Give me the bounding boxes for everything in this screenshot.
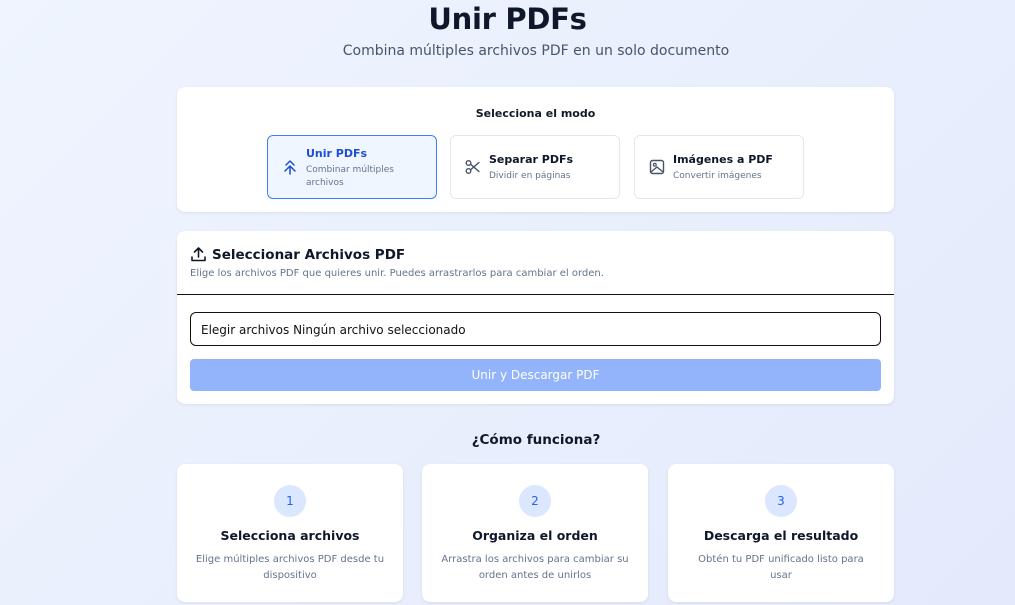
- divider: [177, 294, 894, 295]
- mode-option-desc: Combinar múltiples archivos: [306, 165, 394, 188]
- image-icon: [649, 159, 665, 175]
- scissors-icon: [465, 160, 480, 174]
- how-it-works-title: ¿Cómo funciona?: [471, 432, 601, 448]
- step-number-badge: 1: [274, 485, 306, 517]
- step-description: Obtén tu PDF unificado listo para usar: [698, 554, 864, 581]
- step-card: 2 Organiza el orden Arrastra los archivo…: [422, 464, 648, 602]
- step-number-badge: 2: [519, 485, 551, 517]
- step-title: Organiza el orden: [472, 528, 598, 543]
- page-title: Unir PDFs: [428, 2, 587, 36]
- file-input[interactable]: Elegir archivos Ningún archivo seleccion…: [190, 312, 881, 346]
- step-description: Arrastra los archivos para cambiar su or…: [441, 554, 629, 581]
- mode-option-split[interactable]: Separar PDFs Dividir en páginas: [450, 135, 620, 199]
- mode-option-desc: Convertir imágenes: [673, 171, 762, 181]
- mode-option-desc: Dividir en páginas: [489, 171, 571, 181]
- upload-icon: [191, 247, 206, 262]
- step-title: Selecciona archivos: [220, 528, 360, 543]
- step-card: 3 Descarga el resultado Obtén tu PDF uni…: [668, 464, 894, 602]
- mode-option-label: Unir PDFs: [306, 147, 368, 160]
- step-number-badge: 3: [765, 485, 797, 517]
- step-title: Descarga el resultado: [703, 528, 859, 543]
- upload-title: Seleccionar Archivos PDF: [212, 247, 406, 263]
- step-card: 1 Selecciona archivos Elige múltiples ar…: [177, 464, 403, 602]
- mode-option-label: Separar PDFs: [489, 153, 574, 166]
- mode-selector-card: Selecciona el modo Unir PDFs Combinar mú…: [177, 87, 894, 212]
- upload-card: Seleccionar Archivos PDF Elige los archi…: [177, 231, 894, 404]
- upload-description: Elige los archivos PDF que quieres unir.…: [190, 268, 604, 279]
- mode-heading: Selecciona el modo: [475, 107, 596, 120]
- merge-icon: [284, 160, 296, 175]
- mode-option-merge[interactable]: Unir PDFs Combinar múltiples archivos: [267, 135, 437, 199]
- merge-download-button[interactable]: Unir y Descargar PDF: [190, 359, 881, 391]
- mode-option-label: Imágenes a PDF: [673, 153, 773, 166]
- step-description: Elige múltiples archivos PDF desde tu di…: [195, 554, 385, 581]
- page-subtitle: Combina múltiples archivos PDF en un sol…: [342, 43, 730, 59]
- mode-option-images[interactable]: Imágenes a PDF Convertir imágenes: [634, 135, 804, 199]
